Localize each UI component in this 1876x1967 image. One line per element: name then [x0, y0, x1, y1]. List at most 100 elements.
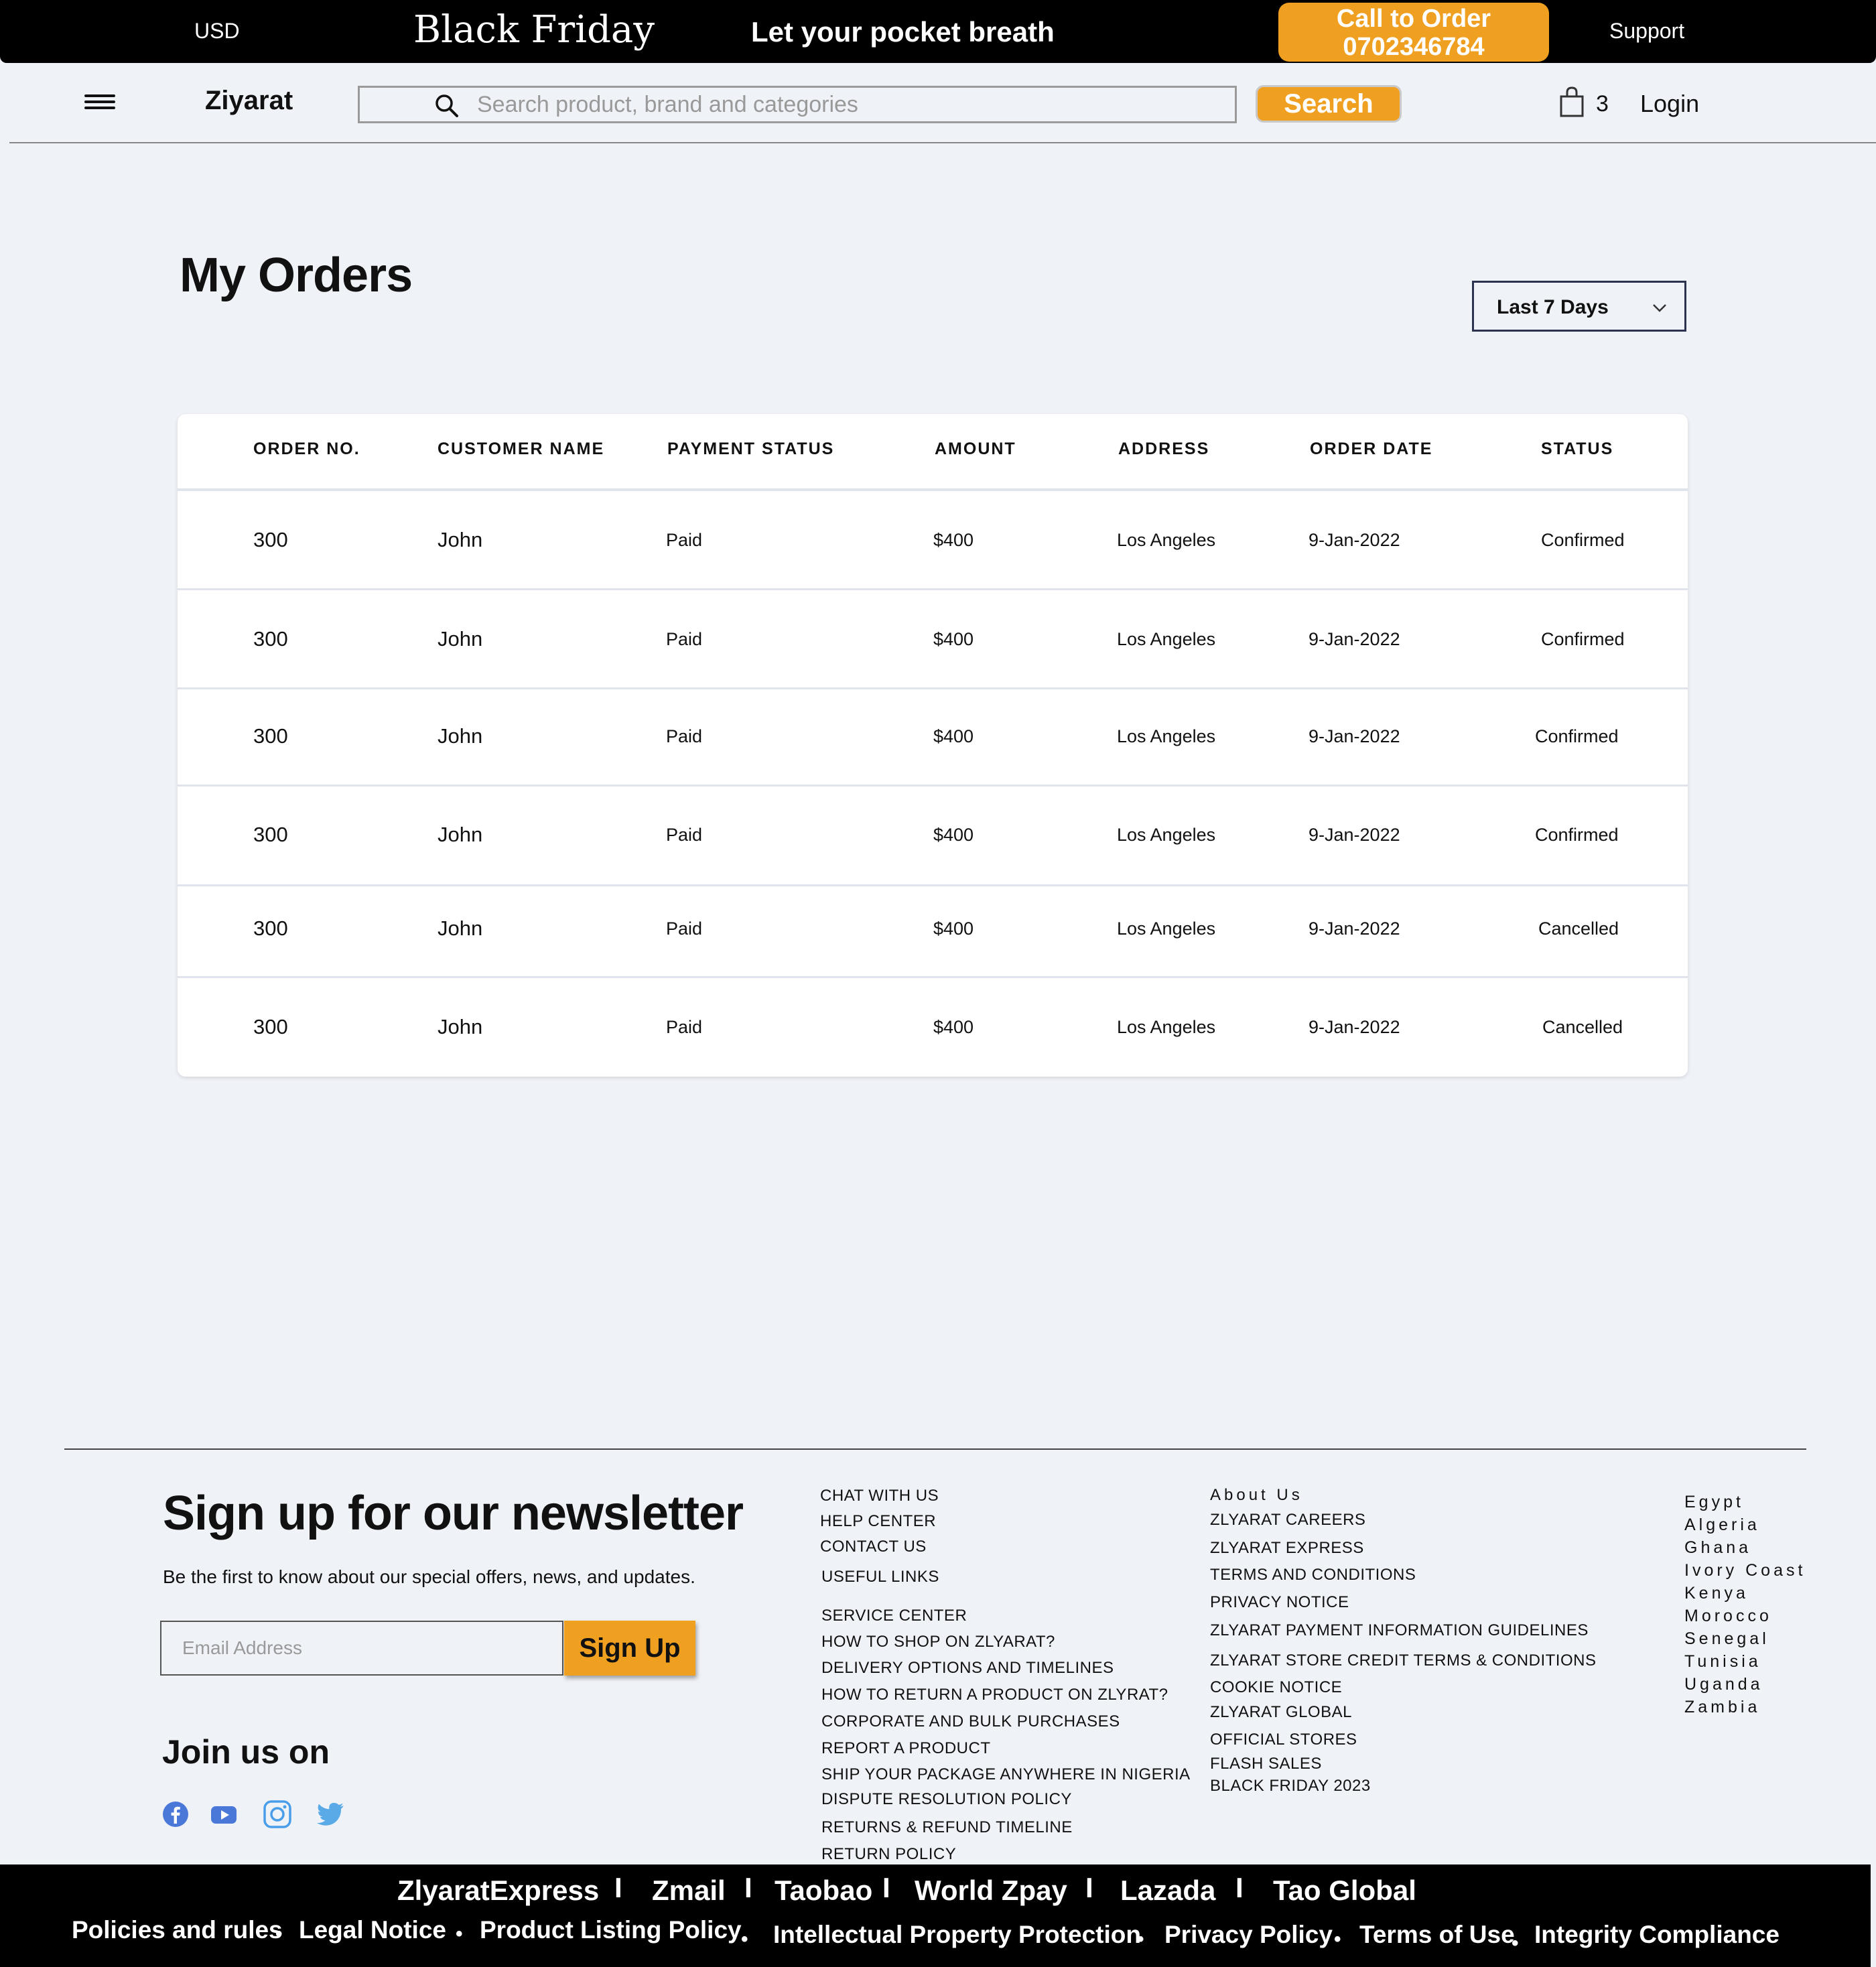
cell-payment-status: Paid — [666, 530, 703, 550]
country-link[interactable]: Tunisia — [1684, 1652, 1761, 1672]
policy-link[interactable]: Privacy Policy — [1164, 1921, 1333, 1949]
footer-heading: USEFUL LINKS — [821, 1568, 939, 1586]
bullet: • — [741, 1928, 748, 1950]
table-row[interactable] — [178, 702, 1688, 776]
footer-link[interactable]: BLACK FRIDAY 2023 — [1210, 1777, 1371, 1795]
cell-amount: $400 — [933, 629, 974, 649]
table-row[interactable] — [178, 506, 1688, 580]
table-row[interactable] — [178, 605, 1688, 679]
policy-link[interactable]: Legal Notice — [299, 1916, 446, 1944]
cell-amount: $400 — [933, 1017, 974, 1037]
bullet: • — [275, 1923, 283, 1945]
country-link[interactable]: Zambia — [1684, 1698, 1760, 1717]
column-header-status: STATUS — [1541, 439, 1614, 458]
cell-amount: $400 — [933, 825, 974, 845]
brand-link[interactable]: Lazada — [1120, 1875, 1215, 1907]
footer-link[interactable]: PRIVACY NOTICE — [1210, 1593, 1349, 1612]
cell-customer-name: John — [438, 724, 483, 748]
footer-link[interactable]: HOW TO SHOP ON ZLYARAT? — [821, 1633, 1055, 1651]
footer-link[interactable]: CONTACT US — [820, 1538, 927, 1556]
row-divider — [178, 884, 1688, 886]
country-link[interactable]: Morocco — [1684, 1607, 1772, 1626]
instagram-icon[interactable] — [263, 1800, 292, 1829]
policy-link[interactable]: Intellectual Property Protection — [773, 1921, 1141, 1949]
cell-customer-name: John — [438, 823, 483, 846]
cell-order-date: 9-Jan-2022 — [1309, 726, 1400, 746]
currency-selector[interactable]: USD — [194, 19, 240, 44]
cell-payment-status: Paid — [666, 825, 703, 845]
country-link[interactable]: Kenya — [1684, 1584, 1749, 1603]
cell-address: Los Angeles — [1117, 1017, 1216, 1037]
policy-link[interactable]: Policies and rules — [72, 1916, 283, 1944]
bullet: • — [1334, 1928, 1341, 1950]
footer-link[interactable]: DISPUTE RESOLUTION POLICY — [821, 1790, 1072, 1809]
cell-customer-name: John — [438, 627, 483, 651]
country-link[interactable]: Ivory Coast — [1684, 1561, 1806, 1580]
menu-icon[interactable] — [84, 94, 115, 113]
search-input[interactable] — [477, 90, 1214, 119]
facebook-icon[interactable] — [161, 1800, 190, 1829]
promo-bar: USD Black Friday Let your pocket breath … — [0, 0, 1876, 63]
footer-link[interactable]: ZLYARAT PAYMENT INFORMATION GUIDELINES — [1210, 1621, 1589, 1640]
country-link[interactable]: Algeria — [1684, 1515, 1760, 1535]
cell-order-no: 300 — [253, 917, 288, 940]
footer-link[interactable]: About Us — [1210, 1486, 1303, 1505]
footer-link[interactable]: RETURN POLICY — [821, 1845, 956, 1864]
footer-link[interactable]: RETURNS & REFUND TIMELINE — [821, 1818, 1073, 1837]
footer-link[interactable]: FLASH SALES — [1210, 1755, 1322, 1773]
call-number: 0702346784 — [1343, 33, 1485, 61]
twitter-icon[interactable] — [316, 1800, 346, 1829]
sign-up-button[interactable]: Sign Up — [564, 1621, 695, 1676]
cell-payment-status: Paid — [666, 1017, 703, 1037]
country-link[interactable]: Ghana — [1684, 1538, 1751, 1558]
row-divider — [178, 687, 1688, 689]
brand-link[interactable]: ZlyaratExpress — [397, 1875, 599, 1907]
youtube-icon[interactable] — [209, 1800, 239, 1829]
footer-link[interactable]: ZLYARAT GLOBAL — [1210, 1703, 1352, 1722]
separator: I — [744, 1872, 752, 1903]
table-row[interactable] — [178, 894, 1688, 968]
cell-amount: $400 — [933, 726, 974, 746]
cell-address: Los Angeles — [1117, 726, 1216, 746]
logo[interactable]: Ziyarat — [205, 86, 293, 116]
table-row[interactable] — [178, 801, 1688, 874]
footer-link[interactable]: CHAT WITH US — [820, 1487, 939, 1505]
date-range-dropdown[interactable]: Last 7 Days — [1472, 281, 1686, 332]
country-link[interactable]: Egypt — [1684, 1493, 1744, 1512]
policy-link[interactable]: Terms of Use — [1359, 1921, 1515, 1949]
footer-link[interactable]: ZLYARAT EXPRESS — [1210, 1539, 1364, 1558]
search-button[interactable]: Search — [1256, 85, 1402, 123]
shopping-bag-icon[interactable] — [1558, 86, 1585, 118]
footer-link[interactable]: COOKIE NOTICE — [1210, 1678, 1342, 1697]
brand-link[interactable]: Taobao — [775, 1875, 872, 1907]
brand-link[interactable]: World Zpay — [915, 1875, 1067, 1907]
footer-link[interactable]: TERMS AND CONDITIONS — [1210, 1566, 1416, 1584]
footer-link[interactable]: OFFICIAL STORES — [1210, 1731, 1357, 1749]
policy-link[interactable]: Product Listing Policy — [480, 1916, 742, 1944]
brand-link[interactable]: Tao Global — [1273, 1875, 1416, 1907]
support-link[interactable]: Support — [1609, 19, 1684, 44]
call-to-order-button[interactable]: Call to Order 0702346784 — [1278, 3, 1549, 62]
cell-amount: $400 — [933, 919, 974, 939]
footer-link[interactable]: ZLYARAT CAREERS — [1210, 1511, 1365, 1530]
table-row[interactable] — [178, 993, 1688, 1067]
brand-link[interactable]: Zmail — [652, 1875, 726, 1907]
cell-address: Los Angeles — [1117, 629, 1216, 649]
footer-link[interactable]: SERVICE CENTER — [821, 1607, 967, 1625]
country-link[interactable]: Senegal — [1684, 1629, 1769, 1649]
policy-link[interactable]: Integrity Compliance — [1534, 1921, 1780, 1949]
footer-link[interactable]: DELIVERY OPTIONS AND TIMELINES — [821, 1659, 1114, 1678]
cell-order-date: 9-Jan-2022 — [1309, 629, 1400, 649]
footer-link[interactable]: ZLYARAT STORE CREDIT TERMS & CONDITIONS — [1210, 1651, 1596, 1670]
call-label: Call to Order — [1336, 5, 1491, 33]
country-link[interactable]: Uganda — [1684, 1675, 1763, 1694]
footer-link[interactable]: HOW TO RETURN A PRODUCT ON ZLYRAT? — [821, 1686, 1168, 1704]
email-field[interactable] — [182, 1633, 551, 1664]
footer-link[interactable]: REPORT A PRODUCT — [821, 1739, 991, 1758]
footer-link[interactable]: SHIP YOUR PACKAGE ANYWHERE IN NIGERIA — [821, 1765, 1191, 1784]
row-divider — [178, 976, 1688, 978]
cell-amount: $400 — [933, 530, 974, 550]
footer-link[interactable]: CORPORATE AND BULK PURCHASES — [821, 1712, 1120, 1731]
login-link[interactable]: Login — [1640, 90, 1699, 118]
footer-link[interactable]: HELP CENTER — [820, 1512, 936, 1531]
